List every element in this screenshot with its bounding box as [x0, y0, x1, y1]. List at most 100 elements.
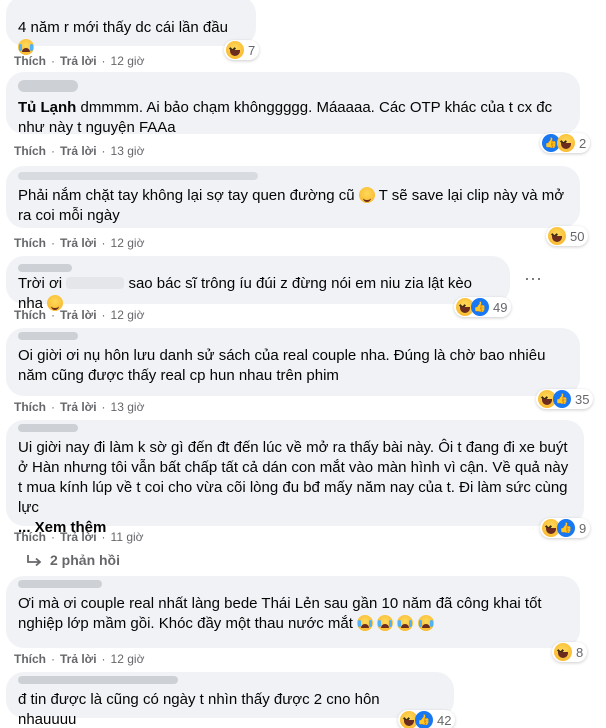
comment-bubble: Phải nắm chặt tay không lại sợ tay quen …	[6, 166, 580, 228]
reaction-count: 7	[248, 42, 256, 58]
reaction-summary[interactable]: 👍 9	[540, 518, 591, 538]
reaction-summary[interactable]: 50	[546, 226, 589, 246]
like-reaction-icon: 👍	[557, 519, 575, 537]
comment-bubble: 4 năm r mới thấy dc cái lần đầu	[6, 0, 256, 55]
comment-bubble: Tủ Lạnh dmmmm. Ai bảo chạm khônggggg. Má…	[6, 72, 580, 136]
reaction-summary[interactable]: 👍 49	[454, 297, 512, 317]
author-name-redacted[interactable]	[18, 424, 78, 432]
like-link[interactable]: Thích	[14, 54, 46, 68]
comment-time[interactable]: 13 giờ	[111, 400, 145, 414]
comment-text: Ui giời nay đi làm k sờ gì đến đt đến lú…	[18, 439, 569, 516]
comment-time[interactable]: 12 giờ	[111, 54, 145, 68]
crying-emoji-icon	[417, 615, 434, 631]
haha-reaction-icon	[557, 134, 575, 152]
reply-link[interactable]: Trả lời	[60, 236, 97, 250]
comment-actions: Thích · Trả lời · 12 giờ	[14, 308, 144, 322]
reaction-count: 35	[575, 391, 590, 407]
reply-link[interactable]: Trả lời	[60, 652, 97, 666]
crying-emoji-icon	[377, 615, 394, 631]
author-name-redacted[interactable]	[18, 264, 72, 272]
more-options-icon[interactable]: ···	[524, 268, 542, 289]
separator-dot: ·	[101, 236, 106, 250]
separator-dot: ·	[51, 144, 55, 158]
like-link[interactable]: Thích	[14, 236, 46, 250]
comment-bubble: Oi giời ơi nụ hôn lưu danh sử sách của r…	[6, 328, 580, 396]
like-link[interactable]: Thích	[14, 308, 46, 322]
crying-emoji-icon	[397, 615, 414, 631]
comment-text: Oi giời ơi nụ hôn lưu danh sử sách của r…	[18, 347, 546, 384]
separator-dot: ·	[51, 652, 55, 666]
comment-text: dmmmm. Ai bảo chạm khônggggg. Máaaaa. Cá…	[18, 99, 553, 136]
haha-reaction-icon	[226, 41, 244, 59]
mention-redacted[interactable]	[66, 277, 125, 289]
reply-link[interactable]: Trả lời	[60, 54, 97, 68]
comment-bubble: Trời ơi sao bác sĩ trông íu đúi z đừng n…	[6, 256, 510, 312]
comment-actions: Thích · Trả lời · 13 giờ	[14, 400, 144, 414]
reaction-summary[interactable]: 👍 42	[398, 710, 456, 728]
separator-dot: ·	[101, 308, 106, 322]
comment-time[interactable]: 13 giờ	[111, 144, 145, 158]
comment-bubble: đ tin được là cũng có ngày t nhìn thấy đ…	[6, 672, 454, 728]
like-reaction-icon: 👍	[553, 390, 571, 408]
reaction-count: 50	[570, 228, 585, 244]
haha-reaction-icon	[548, 227, 566, 245]
comment-text: Trời ơi	[18, 275, 63, 292]
comment-actions: Thích · Trả lời · 12 giờ	[14, 236, 144, 250]
reaction-summary[interactable]: 7	[224, 40, 260, 60]
reaction-summary[interactable]: 👍 2	[540, 133, 591, 153]
like-link[interactable]: Thích	[14, 400, 46, 414]
comment-actions: Thích · Trả lời · 11 giờ	[14, 530, 144, 544]
reaction-count: 8	[576, 644, 584, 660]
tagged-user[interactable]: Tủ Lạnh	[18, 99, 76, 116]
separator-dot: ·	[51, 308, 55, 322]
separator-dot: ·	[101, 54, 106, 68]
author-name-redacted[interactable]	[18, 580, 102, 588]
reaction-summary[interactable]: 8	[552, 642, 588, 662]
comment-time[interactable]: 12 giờ	[111, 652, 145, 666]
comment-text: Phải nắm chặt tay không lại sợ tay quen …	[18, 187, 355, 204]
reaction-count: 2	[579, 135, 587, 151]
author-name-redacted[interactable]	[18, 80, 78, 92]
reaction-count: 9	[579, 520, 587, 536]
comment-actions: Thích · Trả lời · 12 giờ	[14, 652, 144, 666]
separator-dot: ·	[101, 144, 106, 158]
crying-emoji-icon	[18, 39, 34, 55]
quoted-text-redacted	[18, 172, 258, 180]
separator-dot: ·	[101, 652, 106, 666]
comment-bubble: Ui giời nay đi làm k sờ gì đến đt đến lú…	[6, 420, 584, 536]
reply-arrow-icon	[27, 555, 42, 567]
replies-count-label[interactable]: 2 phản hồi	[50, 552, 120, 568]
author-name-redacted[interactable]	[18, 676, 178, 684]
like-reaction-icon: 👍	[415, 711, 433, 728]
separator-dot: ·	[51, 236, 55, 250]
reply-link[interactable]: Trả lời	[60, 308, 97, 322]
reply-link[interactable]: Trả lời	[60, 530, 97, 544]
reply-link[interactable]: Trả lời	[60, 400, 97, 414]
like-reaction-icon: 👍	[471, 298, 489, 316]
comment-time[interactable]: 12 giờ	[111, 236, 145, 250]
separator-dot: ·	[51, 54, 55, 68]
blush-emoji-icon	[358, 187, 375, 203]
author-name-redacted[interactable]	[18, 332, 78, 340]
reaction-count: 49	[493, 299, 508, 315]
separator-dot: ·	[51, 400, 55, 414]
like-link[interactable]: Thích	[14, 652, 46, 666]
reaction-summary[interactable]: 👍 35	[536, 389, 594, 409]
separator-dot: ·	[51, 530, 55, 544]
crying-emoji-icon	[357, 615, 374, 631]
comment-text: 4 năm r mới thấy dc cái lần đầu	[18, 19, 228, 36]
separator-dot: ·	[101, 530, 106, 544]
comment-time[interactable]: 12 giờ	[111, 308, 145, 322]
comment-time[interactable]: 11 giờ	[111, 530, 144, 544]
view-replies-link[interactable]: 2 phản hồi	[26, 552, 120, 568]
comment-actions: Thích · Trả lời · 13 giờ	[14, 144, 144, 158]
separator-dot: ·	[101, 400, 106, 414]
reaction-count: 42	[437, 712, 452, 728]
comment-text: đ tin được là cũng có ngày t nhìn thấy đ…	[18, 691, 380, 728]
comment-actions: Thích · Trả lời · 12 giờ	[14, 54, 144, 68]
like-link[interactable]: Thích	[14, 144, 46, 158]
like-link[interactable]: Thích	[14, 530, 46, 544]
reply-link[interactable]: Trả lời	[60, 144, 97, 158]
haha-reaction-icon	[554, 643, 572, 661]
comment-text: Ơi mà ơi couple real nhất làng bede Thái…	[18, 595, 542, 632]
